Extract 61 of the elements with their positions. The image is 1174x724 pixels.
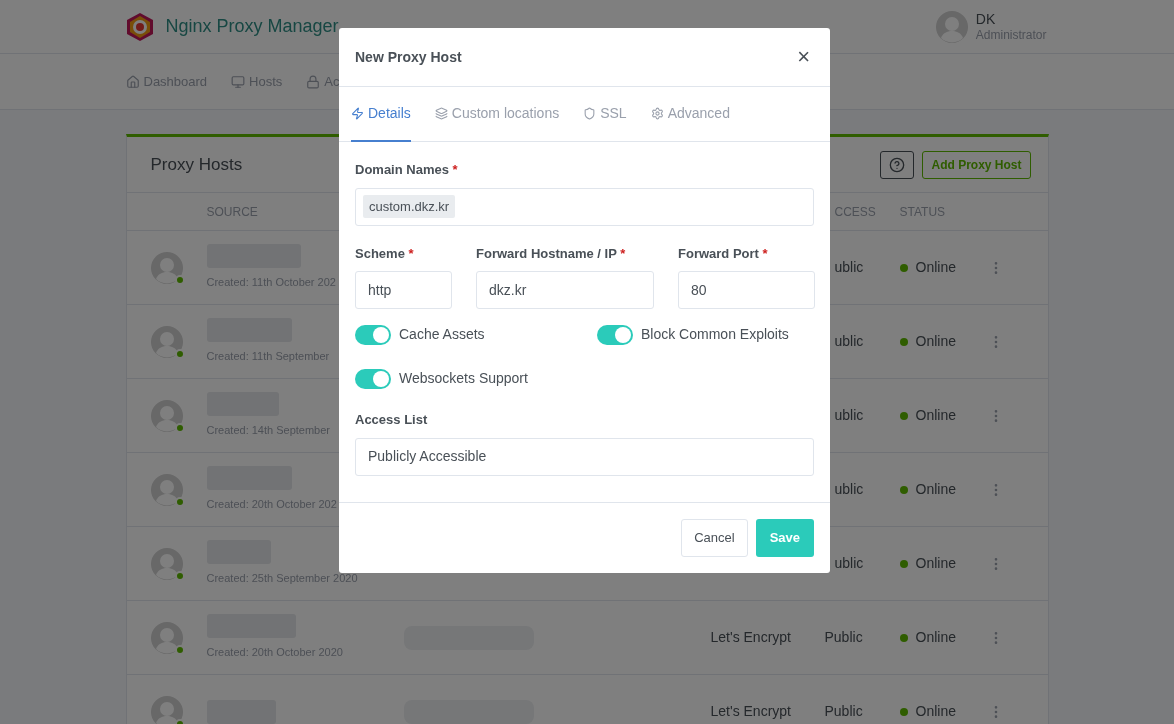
access-cell-text: ublic <box>833 258 865 277</box>
save-button[interactable]: Save <box>755 518 814 557</box>
tab[interactable]: Details <box>351 87 411 142</box>
status-text: Online <box>915 406 956 425</box>
home-icon <box>125 74 140 89</box>
field-label: Forward Hostname / IP * <box>476 244 627 263</box>
avatar-icon <box>150 473 183 506</box>
brand-title[interactable]: Nginx Proxy Manager <box>165 13 339 40</box>
shield-icon <box>583 107 597 120</box>
access-cell-text: ublic <box>833 332 865 351</box>
modal-title: New Proxy Host <box>355 47 462 67</box>
field-label: Domain Names * <box>355 161 459 179</box>
layers-icon <box>434 107 448 120</box>
tab[interactable]: Custom locations <box>434 87 560 142</box>
logo-icon <box>125 11 154 42</box>
access-cell-text: Public <box>824 702 864 721</box>
toggle-switch[interactable] <box>597 324 633 345</box>
tab[interactable]: SSL <box>583 87 627 142</box>
tab[interactable]: Advanced <box>650 87 730 142</box>
lightning-icon <box>351 107 364 120</box>
help-icon <box>889 156 906 173</box>
ssl-cell: Let's Encrypt <box>710 703 791 719</box>
toggle-label: Websockets Support <box>399 369 528 388</box>
domain-tag: custom.dkz.kr <box>363 194 456 219</box>
scheme-field[interactable]: http <box>355 271 452 309</box>
ssl-cell: Let's Encrypt <box>710 629 791 645</box>
toggle-switch[interactable] <box>355 368 391 389</box>
status-text: Online <box>915 702 956 721</box>
field-label: Forward Port * <box>678 244 769 263</box>
domain-names-field[interactable]: custom.dkz.kr <box>355 187 814 226</box>
avatar-icon <box>150 325 183 358</box>
field-label: Scheme * <box>355 244 415 263</box>
access-list-select[interactable]: Publicly Accessible <box>355 437 814 476</box>
status-text: Online <box>915 332 956 351</box>
avatar-icon <box>150 547 183 580</box>
monitor-icon <box>231 74 246 89</box>
card-title: Proxy Hosts <box>150 153 243 176</box>
lock-icon <box>306 74 321 89</box>
avatar-icon <box>150 251 183 284</box>
gear-icon <box>650 107 664 120</box>
status-text: Online <box>915 258 956 277</box>
field-label: Access List <box>355 411 429 429</box>
access-cell-text: Public <box>824 628 864 647</box>
hostname-field[interactable]: dkz.kr <box>476 271 654 309</box>
avatar-icon <box>150 399 183 432</box>
add-proxy-host-button[interactable]: Add Proxy Host <box>922 150 1031 179</box>
port-field[interactable]: 80 <box>678 271 815 309</box>
user-name: DK <box>975 10 997 27</box>
status-text: Online <box>915 628 956 647</box>
avatar-icon <box>150 621 183 654</box>
toggle-label: Block Common Exploits <box>641 325 789 344</box>
help-button[interactable] <box>880 150 915 179</box>
access-cell-text: ublic <box>833 554 865 573</box>
close-button[interactable]: × <box>793 46 814 68</box>
status-text: Online <box>915 480 956 499</box>
toggle-switch[interactable] <box>355 324 391 345</box>
cancel-button[interactable]: Cancel <box>681 518 748 557</box>
toggle-label: Cache Assets <box>399 325 485 344</box>
access-cell-text: ublic <box>833 480 865 499</box>
access-cell-text: ublic <box>833 406 865 425</box>
status-text: Online <box>915 554 956 573</box>
